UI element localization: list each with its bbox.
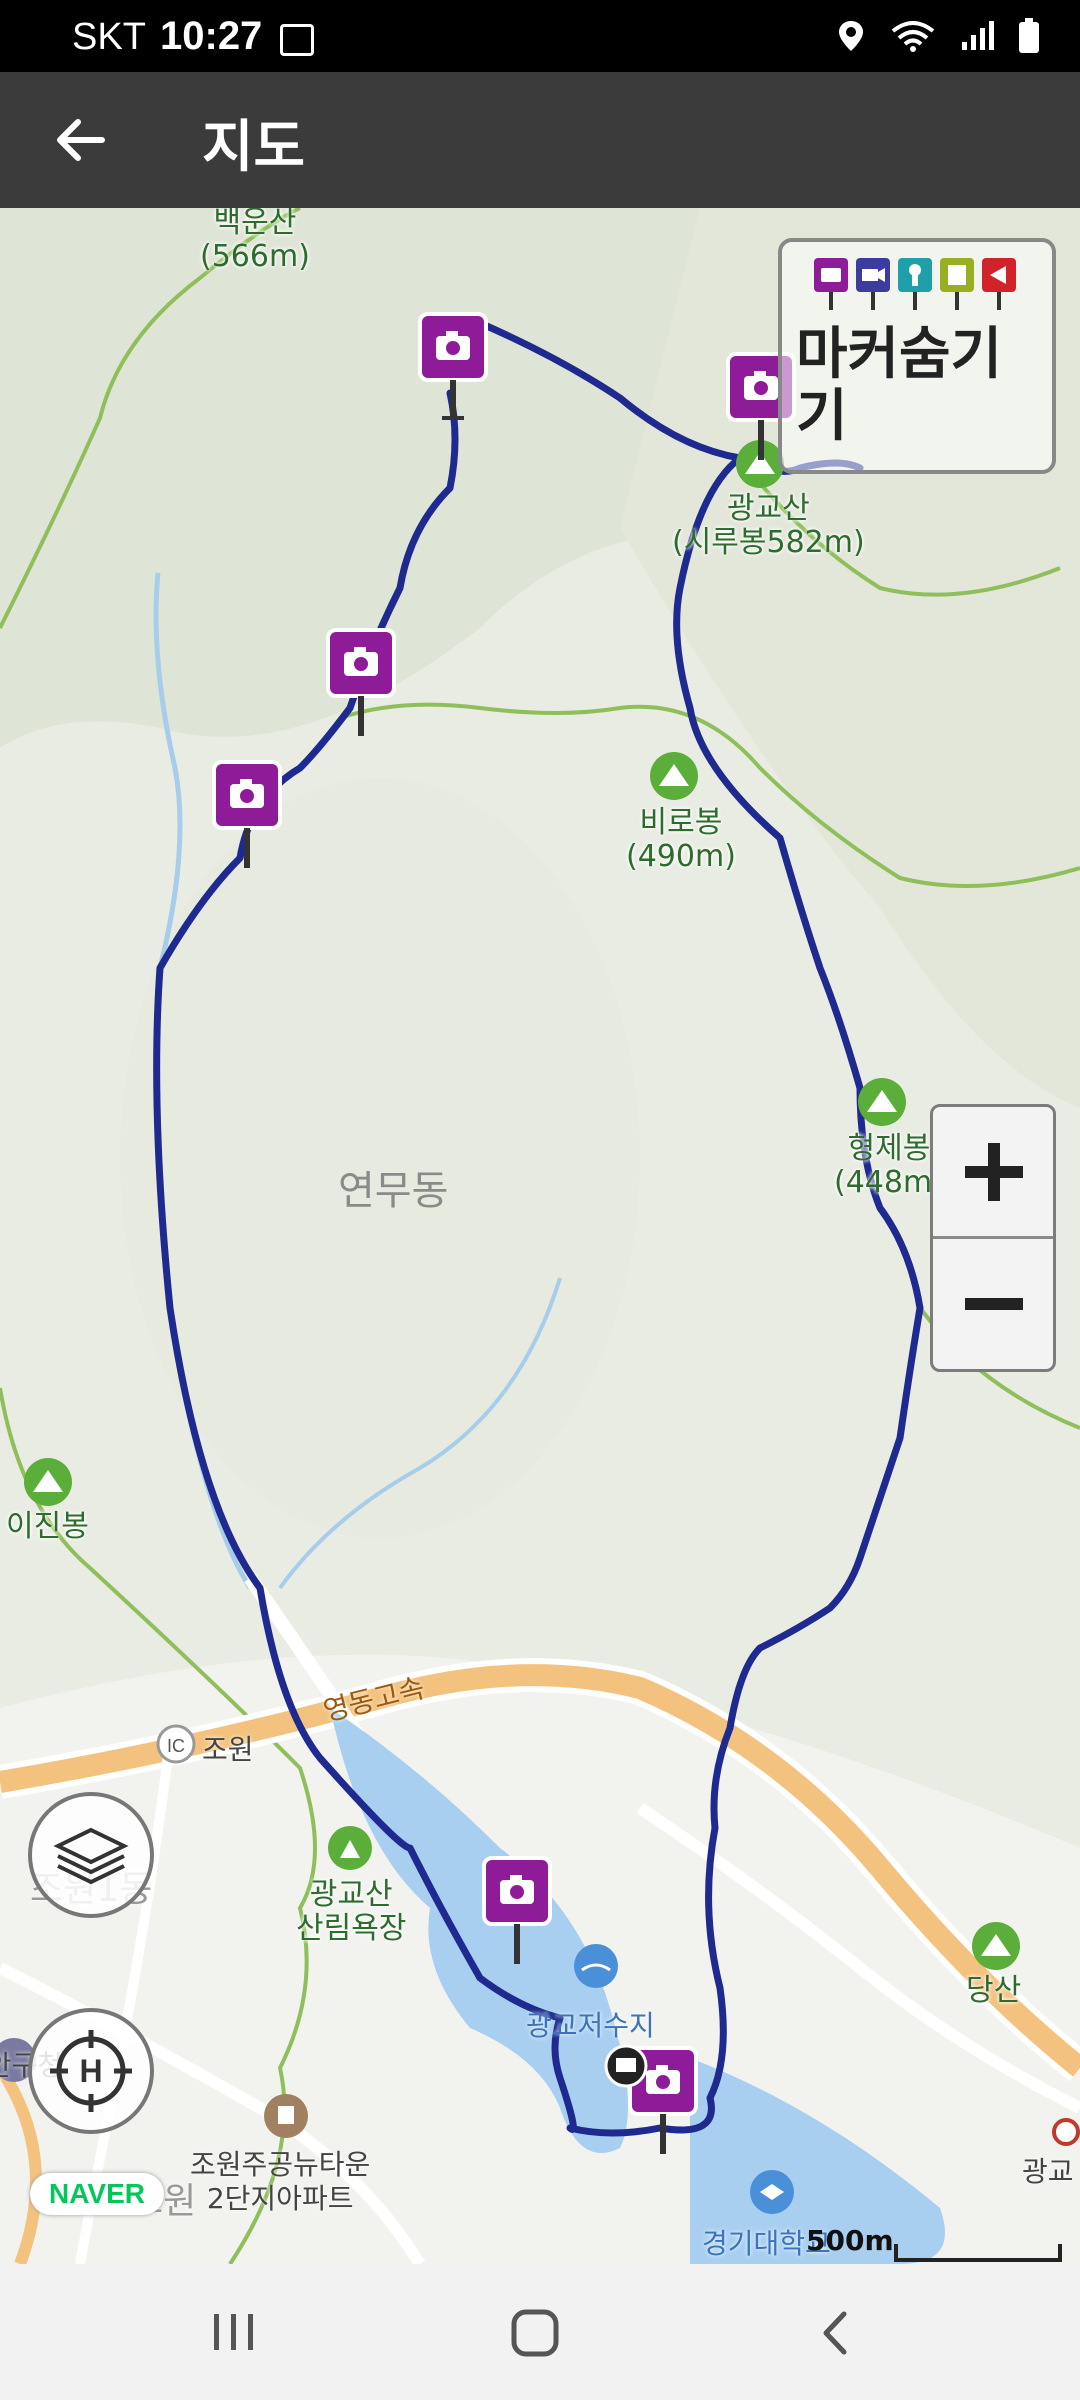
map-view[interactable]: IC 백운산 (566m) 광교산 (시루봉582m) 비로봉 (490m) 형제봉(… bbox=[0, 208, 1080, 2264]
zoom-out-button[interactable] bbox=[933, 1239, 1053, 1369]
battery-icon bbox=[1019, 18, 1039, 53]
peak-label-birobong: 비로봉 (490m) bbox=[626, 805, 736, 874]
naver-logo: NAVER bbox=[30, 2173, 164, 2215]
peak-label-baegunsan: 백운산 (566m) bbox=[200, 208, 310, 274]
photo-marker[interactable] bbox=[326, 628, 396, 738]
map-scale-label: 500m bbox=[806, 2224, 894, 2257]
apartment-label: 조원주공뉴타운 2단지아파트 bbox=[190, 2148, 371, 2215]
gwanggyo-label: 광교 bbox=[1022, 2155, 1074, 2188]
peak-label-ijinbong: 이진봉 bbox=[6, 1509, 89, 1544]
app-bar: 지도 bbox=[0, 72, 1080, 208]
area-label: 연무동 bbox=[338, 1168, 449, 1214]
home-icon[interactable] bbox=[508, 2308, 564, 2358]
home-location-button[interactable]: H bbox=[28, 2008, 154, 2134]
gallery-notification-icon bbox=[280, 24, 314, 56]
ic-label: 조원 bbox=[202, 1733, 254, 1766]
wifi-icon bbox=[891, 21, 935, 52]
signal-icon bbox=[962, 21, 994, 50]
photo-marker[interactable] bbox=[418, 312, 488, 422]
layers-icon bbox=[53, 1827, 129, 1885]
back-nav-icon[interactable] bbox=[816, 2308, 856, 2358]
start-marker-icon[interactable] bbox=[604, 2044, 648, 2088]
location-icon bbox=[839, 21, 863, 51]
marker-hide-toggle[interactable]: 마커숨기기 bbox=[778, 238, 1056, 474]
marker-hide-label: 마커숨기기 bbox=[796, 322, 1003, 449]
status-bar: SKT 10:27 bbox=[0, 0, 1080, 72]
photo-marker[interactable] bbox=[212, 760, 282, 870]
peak-label-dangsan: 당산 bbox=[966, 1973, 1022, 2008]
peak-label-gwanggyosan: 광교산 (시루봉582m) bbox=[672, 491, 865, 560]
forest-label: 광교산 산림욕장 bbox=[296, 1877, 407, 1946]
map-scale-bar bbox=[894, 2244, 1062, 2262]
crosshair-icon: H bbox=[50, 2030, 132, 2112]
system-nav-bar bbox=[0, 2264, 1080, 2400]
zoom-controls bbox=[930, 1104, 1056, 1372]
carrier-label: SKT bbox=[72, 16, 146, 58]
recent-apps-icon[interactable] bbox=[206, 2308, 262, 2356]
peak-label-hyeongjebong: 형제봉 (448m) bbox=[834, 1131, 944, 1200]
clock: 10:27 bbox=[160, 14, 263, 58]
layers-button[interactable] bbox=[28, 1792, 154, 1918]
svg-text:IC: IC bbox=[167, 1736, 185, 1756]
svg-text:H: H bbox=[79, 2053, 102, 2089]
page-title: 지도 bbox=[202, 115, 306, 180]
photo-marker[interactable] bbox=[482, 1856, 552, 1966]
reservoir-label: 광교저수지 bbox=[526, 2009, 655, 2042]
zoom-in-button[interactable] bbox=[933, 1107, 1053, 1237]
back-arrow-icon[interactable] bbox=[52, 112, 108, 168]
marker-type-icons bbox=[814, 258, 1016, 310]
